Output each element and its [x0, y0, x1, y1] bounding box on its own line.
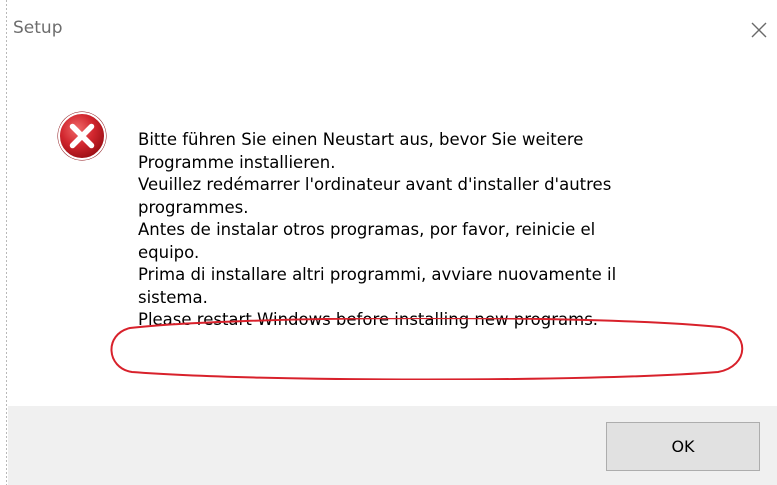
window-left-border [0, 0, 8, 485]
error-icon [57, 111, 107, 161]
message-line: programmes. [138, 197, 249, 217]
message-text: Bitte führen Sie einen Neustart aus, bev… [138, 129, 758, 332]
message-line: Prima di installare altri programmi, avv… [138, 265, 617, 284]
message-line-english: Please restart Windows before installing… [138, 310, 599, 329]
message-line: Bitte führen Sie einen Neustart aus, bev… [138, 130, 584, 149]
message-line: Veuillez redémarrer l'ordinateur avant d… [138, 175, 612, 194]
close-icon[interactable] [746, 17, 772, 43]
message-line: sistema. [138, 287, 208, 307]
message-line: Programme installieren. [138, 152, 336, 172]
message-line: Antes de instalar otros programas, por f… [138, 220, 596, 239]
message-line: equipo. [138, 242, 200, 262]
window-title: Setup [13, 18, 63, 38]
setup-dialog: Setup Bitte führen Sie einen Neustart au… [0, 0, 777, 485]
ok-button[interactable]: OK [606, 422, 760, 471]
